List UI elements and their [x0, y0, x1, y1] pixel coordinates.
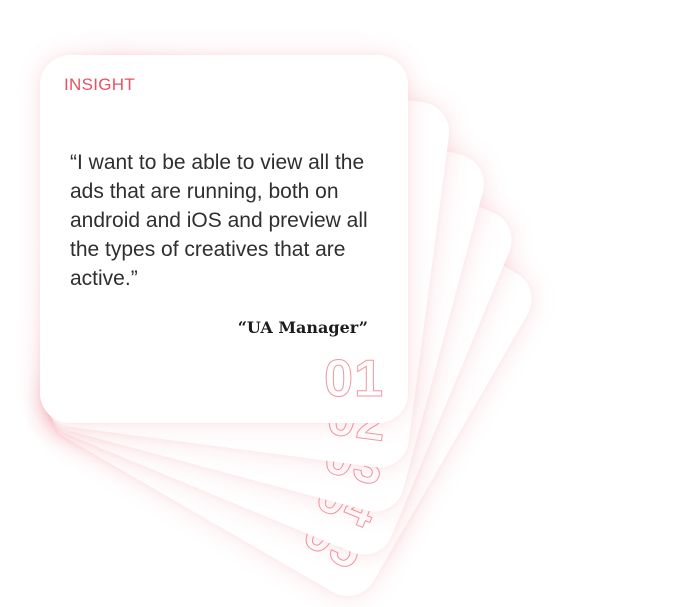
- card-tag: INSIGHT: [64, 75, 136, 94]
- insight-card-1[interactable]: INSIGHT “I want to be able to view all t…: [40, 55, 408, 423]
- card-number: 01: [324, 350, 384, 409]
- insight-card-stack: 05 04 03 02 INSIGHT “I want to be able t…: [0, 0, 700, 607]
- card-author: “UA Manager”: [237, 318, 368, 337]
- card-quote: “I want to be able to view all the ads t…: [70, 151, 368, 290]
